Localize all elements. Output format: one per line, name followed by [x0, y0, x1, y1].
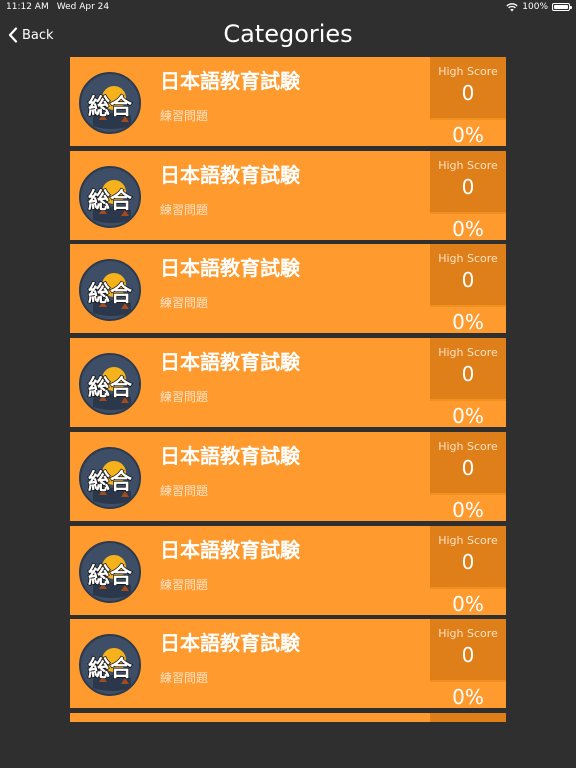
progress-percent: 0% — [430, 492, 506, 522]
category-title: 日本語教育試験 — [160, 443, 300, 468]
category-badge: 総合 — [79, 353, 141, 416]
high-score-label: High Score — [438, 627, 498, 641]
battery-icon — [552, 3, 572, 11]
category-title: 日本語教育試験 — [160, 256, 300, 281]
score-panel: High Score 0 0% — [430, 244, 506, 334]
category-subtitle: 練習問題 — [160, 109, 209, 123]
category-badge: 総合 — [79, 446, 141, 509]
progress-percent: 0% — [430, 305, 506, 334]
category-row[interactable]: 総合 日本語教育試験 練習問題 High Score 0 0% — [70, 244, 506, 334]
category-title: 日本語教育試験 — [160, 350, 300, 375]
category-row[interactable]: 総合 日本語教育試験 練習問題 High Score 0 0% — [70, 57, 506, 147]
high-score-label: High Score — [438, 439, 498, 453]
high-score-value: 0 — [461, 455, 475, 480]
category-title: 日本語教育試験 — [160, 537, 300, 562]
category-row-main: 総合 日本語教育試験 練習問題 — [70, 619, 430, 709]
next-row-peek[interactable] — [70, 713, 506, 722]
progress-percent: 0% — [430, 586, 506, 616]
category-badge: 総合 — [79, 634, 141, 697]
progress-percent: 0% — [430, 118, 506, 147]
high-score-value: 0 — [461, 81, 475, 105]
score-panel: High Score 0 0% — [430, 431, 506, 522]
category-badge-text: 総合 — [87, 563, 133, 590]
wifi-icon — [506, 2, 518, 11]
category-row-main: 総合 日本語教育試験 練習問題 — [70, 338, 430, 428]
category-row-main: 総合 日本語教育試験 練習問題 — [70, 525, 430, 615]
high-score-label: High Score — [438, 533, 498, 547]
category-row[interactable]: 総合 日本語教育試験 練習問題 High Score 0 0% — [70, 431, 506, 522]
category-subtitle: 練習問題 — [160, 671, 209, 686]
high-score-label: High Score — [438, 158, 498, 172]
progress-percent: 0% — [430, 680, 506, 709]
high-score-label: High Score — [438, 346, 498, 360]
category-badge: 総合 — [79, 72, 141, 134]
category-row-main: 総合 日本語教育試験 練習問題 — [70, 244, 430, 334]
category-row[interactable]: 総合 日本語教育試験 練習問題 High Score 0 0% — [70, 338, 506, 428]
category-list[interactable]: 総合 日本語教育試験 練習問題 High Score 0 0% 総合 日本語教育… — [70, 57, 506, 722]
battery-percent: 100% — [522, 2, 548, 12]
category-subtitle: 練習問題 — [160, 390, 209, 405]
category-row[interactable]: 総合 日本語教育試験 練習問題 High Score 0 0% — [70, 619, 506, 709]
high-score-label: High Score — [438, 252, 498, 266]
category-badge: 総合 — [79, 259, 141, 322]
category-badge-text: 総合 — [87, 375, 133, 402]
category-subtitle: 練習問題 — [160, 577, 209, 592]
score-panel: High Score 0 0% — [430, 338, 506, 428]
score-panel: High Score 0 0% — [430, 150, 506, 241]
category-row[interactable]: 総合 日本語教育試験 練習問題 High Score 0 0% — [70, 150, 506, 241]
category-row-main: 総合 日本語教育試験 練習問題 — [70, 431, 430, 521]
status-date: Wed Apr 24 — [56, 2, 110, 12]
category-subtitle: 練習問題 — [160, 296, 209, 311]
category-badge: 総合 — [79, 165, 141, 228]
high-score-label: High Score — [438, 65, 498, 78]
progress-percent: 0% — [430, 211, 506, 241]
category-badge-text: 総合 — [87, 94, 133, 121]
status-bar: 11:12 AM Wed Apr 24 100% — [0, 0, 576, 14]
navigation-bar: Back Categories — [0, 14, 576, 58]
category-badge: 総合 — [79, 540, 141, 603]
category-row-main: 総合 日本語教育試験 練習問題 — [70, 150, 430, 240]
category-title: 日本語教育試験 — [160, 69, 300, 93]
category-row-main: 総合 日本語教育試験 練習問題 — [70, 57, 430, 146]
category-badge-text: 総合 — [87, 469, 133, 496]
status-time: 11:12 AM — [6, 2, 49, 12]
page-title: Categories — [223, 20, 353, 48]
high-score-value: 0 — [461, 643, 475, 668]
category-subtitle: 練習問題 — [160, 202, 209, 217]
category-title: 日本語教育試験 — [160, 631, 300, 656]
category-subtitle: 練習問題 — [160, 483, 209, 498]
high-score-value: 0 — [461, 174, 475, 199]
score-panel: High Score 0 0% — [430, 525, 506, 616]
category-badge-text: 総合 — [87, 282, 133, 309]
score-panel: High Score 0 0% — [430, 619, 506, 709]
status-right: 100% — [506, 2, 572, 12]
progress-percent: 0% — [430, 399, 506, 428]
category-badge-text: 総合 — [87, 656, 133, 683]
high-score-value: 0 — [461, 362, 475, 387]
category-title: 日本語教育試験 — [160, 162, 300, 187]
category-badge-text: 総合 — [87, 188, 133, 215]
category-row[interactable]: 総合 日本語教育試験 練習問題 High Score 0 0% — [70, 525, 506, 616]
high-score-value: 0 — [461, 268, 475, 293]
score-panel: High Score 0 0% — [430, 57, 506, 147]
high-score-value: 0 — [461, 549, 475, 574]
